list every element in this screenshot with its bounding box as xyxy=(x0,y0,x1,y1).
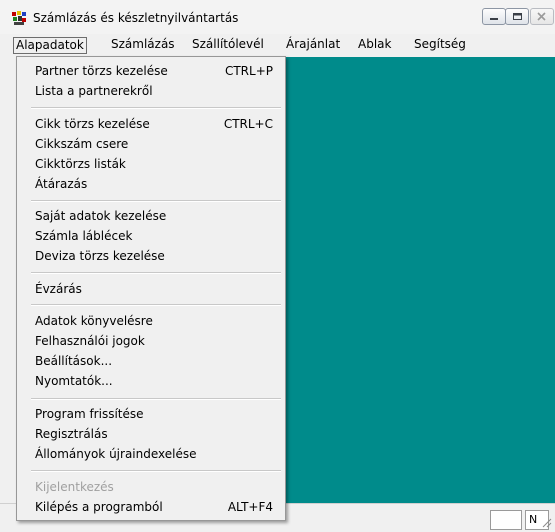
shortcut-partner-torzs: CTRL+P xyxy=(224,64,273,78)
main-window: Számlázás és készletnyilvántartás Alapad… xyxy=(0,0,555,532)
menu-separator xyxy=(31,107,281,109)
menu-item-felhasznaloi-jogok[interactable]: Felhasználói jogok xyxy=(35,332,145,350)
close-icon xyxy=(537,12,546,21)
close-button[interactable] xyxy=(530,8,554,25)
menu-item-partner-lista[interactable]: Lista a partnerekről xyxy=(35,82,153,100)
minimize-icon xyxy=(490,18,498,20)
status-panel xyxy=(490,510,522,530)
menu-ablak[interactable]: Ablak xyxy=(356,37,393,54)
menu-alapadatok[interactable]: Alapadatok xyxy=(13,37,87,54)
menu-separator xyxy=(31,398,281,400)
menu-item-adatok-konyvelesre[interactable]: Adatok könyvelésre xyxy=(35,312,153,330)
minimize-button[interactable] xyxy=(482,8,506,25)
menu-item-ujraindexeles[interactable]: Állományok újraindexelése xyxy=(35,445,197,463)
title-bar[interactable]: Számlázás és készletnyilvántartás xyxy=(0,0,555,34)
menu-item-sajat-adatok[interactable]: Saját adatok kezelése xyxy=(35,207,166,225)
menu-item-regisztralas[interactable]: Regisztrálás xyxy=(35,425,108,443)
resize-grip-icon[interactable] xyxy=(540,516,552,528)
maximize-button[interactable] xyxy=(505,8,529,25)
shortcut-kilepes: ALT+F4 xyxy=(227,500,273,514)
menu-separator xyxy=(31,272,281,274)
maximize-icon xyxy=(513,13,522,20)
menu-item-atarazas[interactable]: Átárazás xyxy=(35,175,87,193)
menu-item-kijelentkezes: Kijelentkezés xyxy=(35,480,114,494)
menu-item-cikktorzs-listak[interactable]: Cikktörzs listák xyxy=(35,155,126,173)
menu-item-program-frissitese[interactable]: Program frissítése xyxy=(35,405,144,423)
menu-szallitolevel[interactable]: Szállítólevél xyxy=(190,37,266,54)
alapadatok-dropdown-menu: Partner törzs kezelése CTRL+P Lista a pa… xyxy=(16,56,286,521)
menu-item-evzaras[interactable]: Évzárás xyxy=(35,280,82,298)
menu-item-cikkszam-csere[interactable]: Cikkszám csere xyxy=(35,135,128,153)
menu-item-partner-torzs[interactable]: Partner törzs kezelése xyxy=(35,62,168,80)
app-icon xyxy=(12,11,26,25)
menu-item-beallitasok[interactable]: Beállítások... xyxy=(35,352,112,370)
window-title: Számlázás és készletnyilvántartás xyxy=(33,11,239,25)
menu-item-cikk-torzs[interactable]: Cikk törzs kezelése xyxy=(35,115,150,133)
menu-bar: Alapadatok Számlázás Szállítólevél Árajá… xyxy=(0,34,555,56)
menu-item-deviza-torzs[interactable]: Deviza törzs kezelése xyxy=(35,247,165,265)
menu-separator xyxy=(31,304,281,306)
menu-separator xyxy=(31,200,281,202)
menu-szamlazas[interactable]: Számlázás xyxy=(109,37,177,54)
menu-arajanlat[interactable]: Árajánlat xyxy=(284,37,342,54)
menu-segitseg[interactable]: Segítség xyxy=(412,37,468,54)
menu-item-szamla-lablecek[interactable]: Számla láblécek xyxy=(35,227,132,245)
menu-item-nyomtatok[interactable]: Nyomtatók... xyxy=(35,372,113,390)
menu-separator xyxy=(31,470,281,472)
menu-item-kilepes[interactable]: Kilépés a programból xyxy=(35,498,163,516)
shortcut-cikk-torzs: CTRL+C xyxy=(223,117,273,131)
